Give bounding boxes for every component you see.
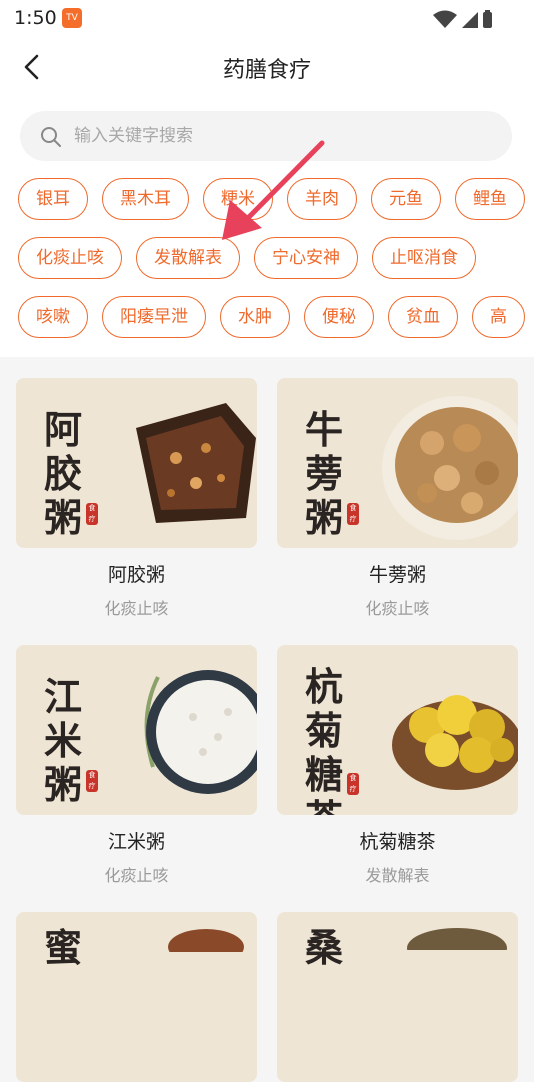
seal-stamp: 食疗 [347,773,359,795]
search-bar[interactable] [20,111,512,161]
tag-gao[interactable]: 高 [472,296,525,338]
page-title: 药膳食疗 [222,58,311,83]
status-icons [432,9,494,33]
thumbnail-title: 蜜 [44,925,83,970]
thumbnail-title: 牛蒡粥 [305,407,344,540]
thumbnail-title: 江米粥 [44,674,83,807]
tag-fasan-jiebiao[interactable]: 发散解表 [136,237,240,279]
effect-tag-row: 化痰止咳 发散解表 宁心安神 止呕消食 [18,237,476,281]
tag-yangrou[interactable]: 羊肉 [287,178,357,220]
recipe-card[interactable]: 蜜 [16,912,257,1082]
seal-stamp: 食疗 [347,503,359,525]
seal-stamp: 食疗 [86,503,98,525]
top-panel: 1:50 TV 药膳食疗 银耳 黑木耳 粳米 羊肉 元鱼 [0,0,534,357]
search-input[interactable] [74,111,494,161]
recipe-card[interactable]: 杭菊糖茶 食疗 杭菊糖茶 发散解表 [277,645,518,886]
wifi-signal-battery-icon [433,10,492,28]
recipe-thumbnail: 牛蒡粥 食疗 [277,378,518,548]
thumbnail-title: 阿胶粥 [44,407,83,540]
tag-kesou[interactable]: 咳嗽 [18,296,88,338]
tag-yangwei-zaoxie[interactable]: 阳痿早泄 [102,296,206,338]
bowl-image [168,929,244,952]
tag-huatan-zhike[interactable]: 化痰止咳 [18,237,122,279]
recipe-thumbnail: 杭菊糖茶 食疗 [277,645,518,815]
thumbnail-title: 桑 [305,925,344,970]
symptom-tag-row: 咳嗽 阳痿早泄 水肿 便秘 贫血 高 [18,296,525,340]
burdock-slices-image [382,396,518,540]
search-icon [41,127,61,147]
seal-stamp: 食疗 [86,770,98,792]
thumbnail-title: 杭菊糖茶 [305,664,344,816]
status-time: 1:50 [14,7,57,29]
tag-ningxin-anshen[interactable]: 宁心安神 [254,237,358,279]
herb-image [407,928,507,950]
recipe-category: 发散解表 [365,866,430,885]
recipe-thumbnail: 蜜 [16,912,257,1082]
app-notification-icon: TV [62,8,82,28]
recipe-thumbnail: 桑 [277,912,518,1082]
recipe-name: 杭菊糖茶 [359,831,436,853]
tag-zhiou-xiaoshi[interactable]: 止呕消食 [372,237,476,279]
tag-yiner[interactable]: 银耳 [18,178,88,220]
tag-heimuer[interactable]: 黑木耳 [102,178,189,220]
recipe-thumbnail: 江米粥 食疗 [16,645,257,815]
recipe-card[interactable]: 牛蒡粥 食疗 牛蒡粥 化痰止咳 [277,378,518,619]
ingredient-tag-row: 银耳 黑木耳 粳米 羊肉 元鱼 鲤鱼 [18,178,525,222]
tag-pinxue[interactable]: 贫血 [388,296,458,338]
recipe-name: 阿胶粥 [107,564,165,586]
glutinous-rice-bowl-image [144,670,257,794]
recipe-category: 化痰止咳 [104,866,169,885]
recipe-card[interactable]: 江米粥 食疗 江米粥 化痰止咳 [16,645,257,886]
recipe-card[interactable]: 阿胶粥 食疗 阿胶粥 化痰止咳 [16,378,257,619]
status-bar: 1:50 TV [0,0,534,36]
recipe-card[interactable]: 桑 [277,912,518,1082]
tag-bianmi[interactable]: 便秘 [304,296,374,338]
recipe-name: 牛蒡粥 [368,564,426,586]
recipe-category: 化痰止咳 [104,599,169,618]
tag-liyu[interactable]: 鲤鱼 [455,178,525,220]
recipe-name: 江米粥 [107,831,165,853]
recipe-thumbnail: 阿胶粥 食疗 [16,378,257,548]
tag-jingmi[interactable]: 粳米 [203,178,273,220]
nav-bar: 药膳食疗 [0,40,534,96]
tag-yuanyu[interactable]: 元鱼 [371,178,441,220]
tag-shuizhong[interactable]: 水肿 [220,296,290,338]
recipe-category: 化痰止咳 [365,599,430,618]
chrysanthemum-image [392,695,518,790]
ejiao-cake-image [136,403,256,523]
